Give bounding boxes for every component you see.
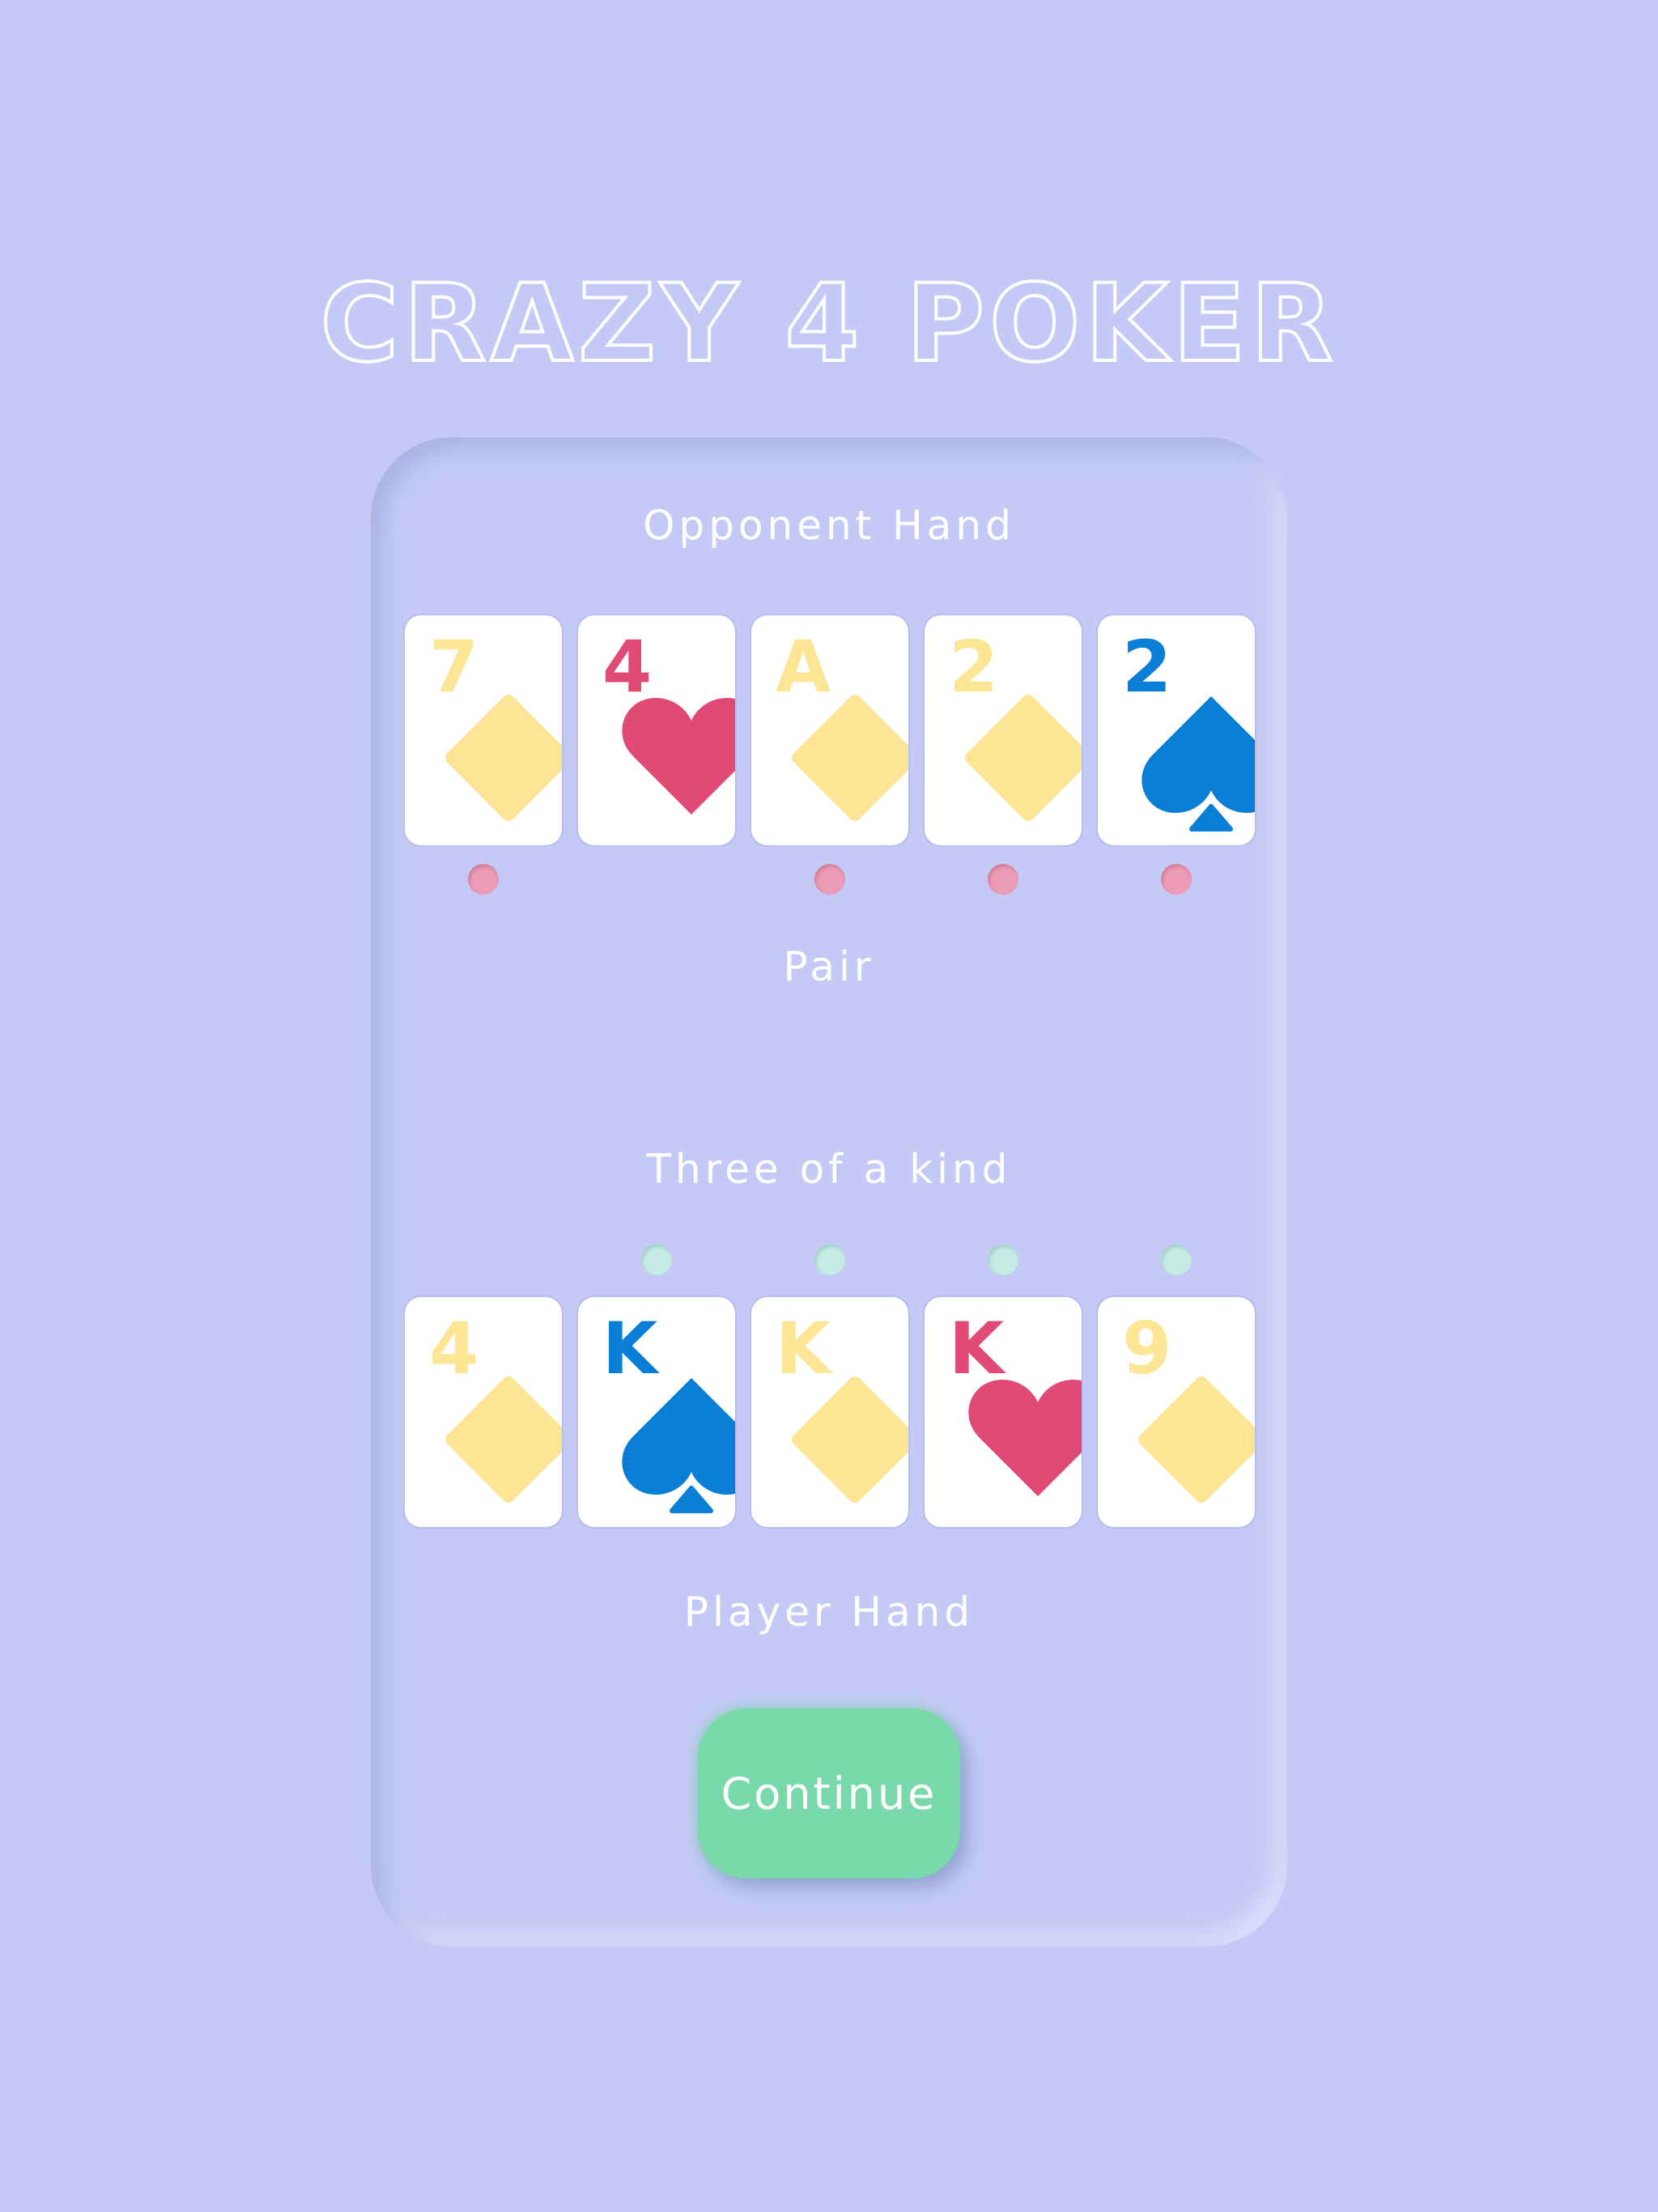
spade-icon <box>1141 696 1255 832</box>
diamond-icon <box>965 695 1082 821</box>
playing-card[interactable]: 9 <box>1098 1297 1255 1527</box>
player-hand-heading: Player Hand <box>683 1589 975 1636</box>
diamond-icon <box>445 695 562 821</box>
game-panel: Opponent Hand 74A22 Pair Three of a kind… <box>371 437 1287 1946</box>
playing-card[interactable]: K <box>925 1297 1082 1527</box>
spade-icon <box>622 1378 735 1513</box>
playing-card[interactable]: 4 <box>405 1297 562 1527</box>
playing-card[interactable]: 4 <box>578 615 735 845</box>
player-cards: 4KKK9 <box>405 1297 1255 1527</box>
hand-marker-dot <box>988 1244 1018 1275</box>
hand-marker-dot <box>468 864 499 895</box>
hand-marker-dot <box>1161 864 1192 895</box>
player-hand-result: Three of a kind <box>646 1146 1012 1193</box>
opponent-hand-heading: Opponent Hand <box>643 502 1015 549</box>
playing-card[interactable]: 2 <box>1098 615 1255 845</box>
hand-marker-dot <box>988 864 1018 895</box>
hand-marker-dot <box>814 1244 845 1275</box>
playing-card[interactable]: K <box>751 1297 908 1527</box>
diamond-icon <box>792 695 908 821</box>
diamond-icon <box>1138 1376 1255 1503</box>
playing-card[interactable]: A <box>751 615 908 845</box>
continue-button[interactable]: Continue <box>698 1708 960 1878</box>
hand-marker-dot <box>814 864 845 895</box>
diamond-icon <box>445 1376 562 1503</box>
heart-icon <box>622 698 735 815</box>
playing-card[interactable]: K <box>578 1297 735 1527</box>
game-title: CRAZY 4 POKER <box>319 260 1338 388</box>
playing-card[interactable]: 7 <box>405 615 562 845</box>
hand-marker-dot <box>641 1244 672 1275</box>
diamond-icon <box>792 1376 908 1503</box>
playing-card[interactable]: 2 <box>925 615 1082 845</box>
heart-icon <box>968 1380 1082 1496</box>
hand-marker-dot <box>1161 1244 1192 1275</box>
opponent-hand-result: Pair <box>783 943 875 990</box>
opponent-cards: 74A22 <box>405 615 1255 845</box>
